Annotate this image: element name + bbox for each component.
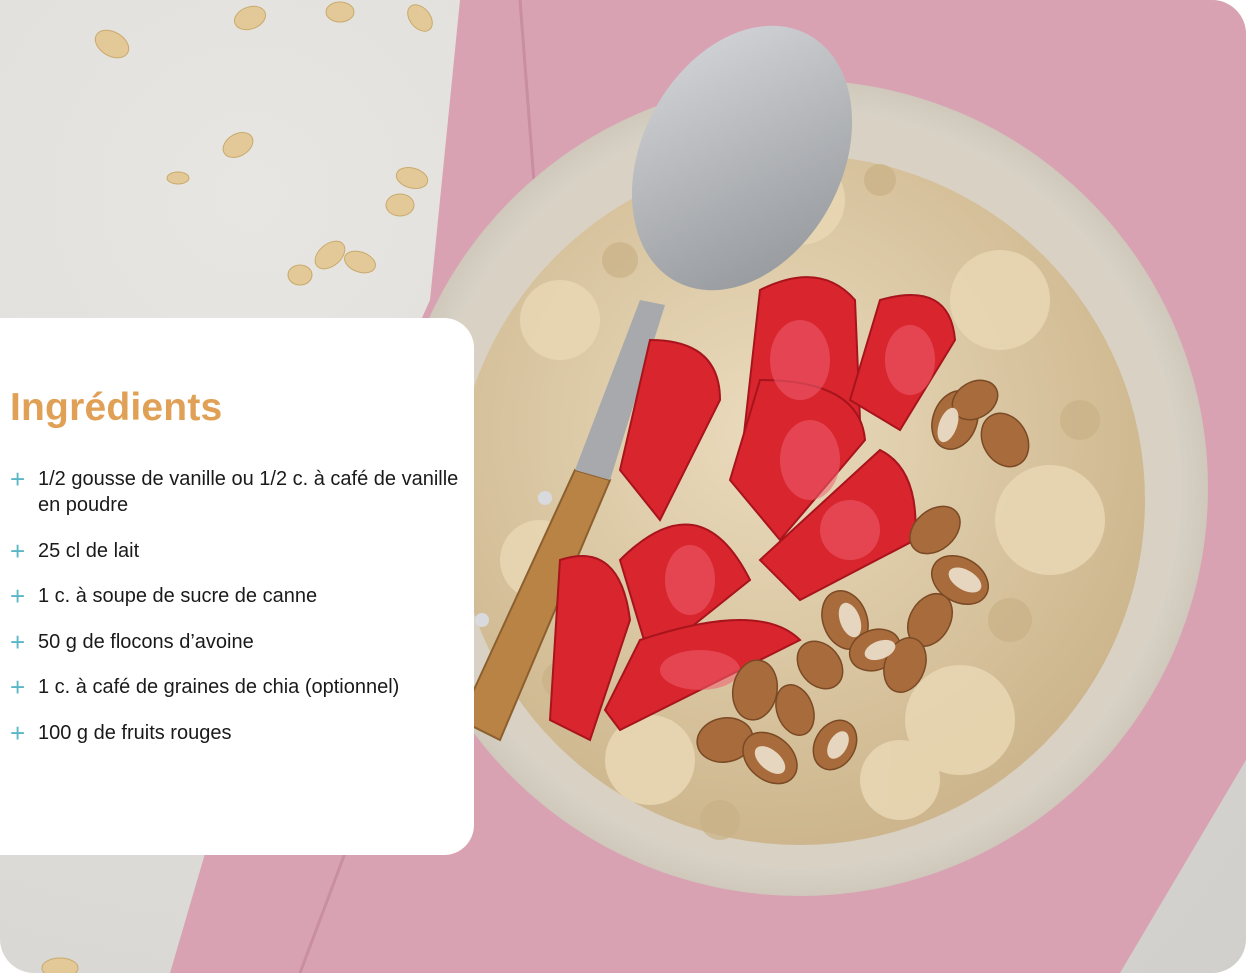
plus-icon: + <box>10 626 26 657</box>
ingredients-title: Ingrédients <box>10 386 223 429</box>
ingredient-item: + 1/2 gousse de vanille ou 1/2 c. à café… <box>10 466 474 518</box>
ingredient-text: 1 c. à soupe de sucre de canne <box>38 585 318 607</box>
ingredients-card: Ingrédients + 1/2 gousse de vanille ou 1… <box>0 318 474 855</box>
plus-icon: + <box>10 581 26 611</box>
plus-icon: + <box>10 672 26 702</box>
ingredient-item: + 100 g de fruits rouges <box>10 720 474 746</box>
oat-flake <box>407 4 433 32</box>
plus-icon: + <box>10 464 26 494</box>
plus-icon: + <box>10 717 26 748</box>
ingredient-item: + 25 cl de lait <box>10 538 474 564</box>
oat-flake <box>234 5 266 31</box>
ingredient-item: + 1 c. à soupe de sucre de canne <box>10 583 474 609</box>
ingredient-text: 1 c. à café de graines de chia (optionne… <box>38 676 400 698</box>
oat-flake <box>325 1 355 23</box>
oat-flake <box>287 264 313 286</box>
ingredient-item: + 50 g de flocons d’avoine <box>10 629 474 655</box>
ingredient-text: 50 g de flocons d’avoine <box>38 630 254 653</box>
oat-flake <box>222 132 254 158</box>
plus-icon: + <box>10 535 26 566</box>
ingredient-text: 1/2 gousse de vanille ou 1/2 c. à café d… <box>38 468 459 516</box>
oat-flake <box>314 240 346 270</box>
oat-flake <box>395 166 429 190</box>
ingredient-item: + 1 c. à café de graines de chia (option… <box>10 674 474 700</box>
ingredient-text: 100 g de fruits rouges <box>38 721 232 744</box>
ingredients-list: + 1/2 gousse de vanille ou 1/2 c. à café… <box>10 466 474 746</box>
oat-flake <box>41 957 79 973</box>
ingredient-text: 25 cl de lait <box>38 539 140 562</box>
oat-flake <box>166 171 190 185</box>
oat-flake <box>94 29 130 59</box>
oat-flake <box>385 193 415 217</box>
oat-flake <box>344 250 376 274</box>
